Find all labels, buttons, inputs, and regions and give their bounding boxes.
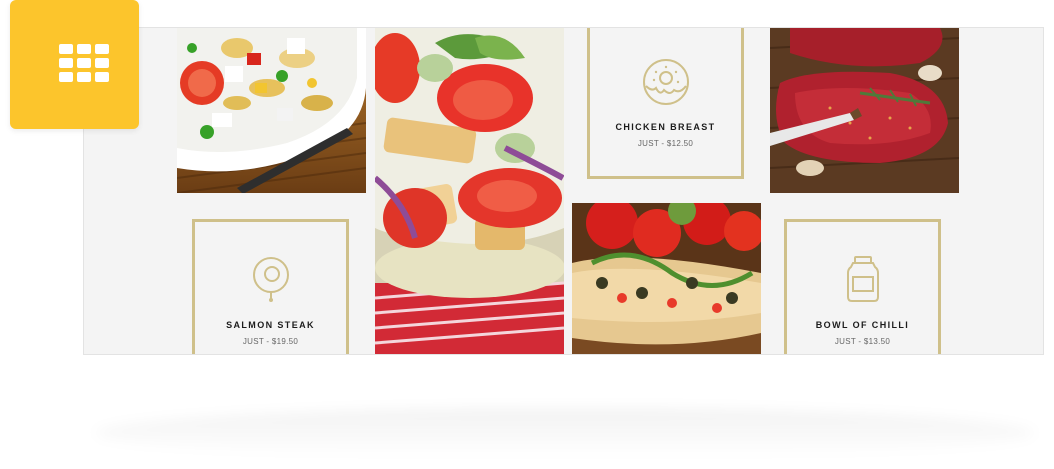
menu-card[interactable]: SALMON STEAK JUST - $19.50 [192,219,349,354]
card-price: JUST - $12.50 [637,139,694,148]
card-title: BOWL OF CHILLI [815,320,910,330]
app-preview: SALMON STEAK JUST - $19.50 CHICKEN BREAS… [0,0,1054,469]
app-badge[interactable] [10,0,139,129]
card-title: SALMON STEAK [226,320,315,330]
drop-shadow [95,408,1035,458]
grid-menu-icon [59,44,109,84]
raw-steak-image[interactable] [770,28,959,193]
card-price: JUST - $13.50 [834,337,891,346]
pasta-salad-image[interactable] [177,28,366,193]
card-title: CHICKEN BREAST [615,122,716,132]
menu-card[interactable]: CHICKEN BREAST JUST - $12.50 [587,28,744,179]
tomato-flatbread-image[interactable] [572,203,761,354]
egg-icon [251,255,291,308]
donut-icon [642,58,690,111]
card-price: JUST - $19.50 [242,337,299,346]
menu-card[interactable]: BOWL OF CHILLI JUST - $13.50 [784,219,941,354]
tomato-bread-salad-image[interactable] [375,28,564,354]
jar-icon [845,255,881,308]
food-gallery: SALMON STEAK JUST - $19.50 CHICKEN BREAS… [83,27,1044,355]
